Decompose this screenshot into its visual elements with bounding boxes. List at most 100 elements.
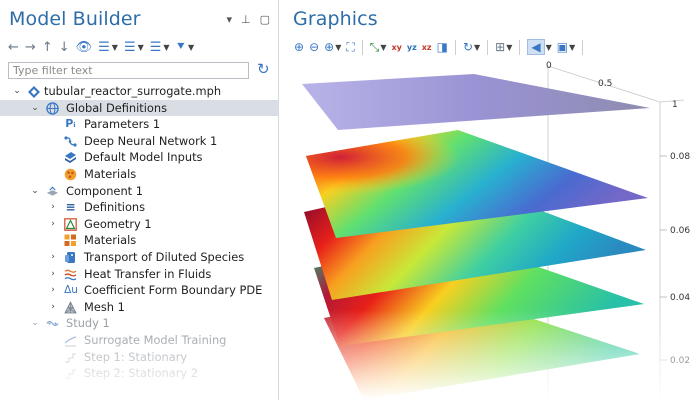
mesh-icon — [64, 300, 77, 314]
chevron-down-icon[interactable]: ▼ — [188, 43, 194, 52]
graphics-canvas[interactable]: 0 0.5 1 0.08 0.06 0.04 0.02 — [284, 60, 700, 400]
chevron-right-icon[interactable]: › — [48, 299, 58, 316]
chevron-right-icon[interactable]: › — [48, 249, 58, 266]
study-icon — [46, 317, 59, 330]
list-icon[interactable]: ☰ — [150, 40, 162, 55]
model-tree: ⌄ tubular_reactor_surrogate.mph ⌄ Global… — [0, 83, 278, 382]
chevron-down-icon[interactable]: ▼ — [335, 43, 341, 52]
tree-item-default-model-inputs[interactable]: Default Model Inputs — [0, 149, 278, 166]
view-menu-icon[interactable]: ▾ — [226, 13, 232, 26]
graphics-title: Graphics — [293, 8, 378, 30]
forward-arrow-icon[interactable]: → — [25, 40, 36, 55]
zoom-out-icon[interactable]: ⊖ — [309, 40, 319, 54]
canvas-fade — [284, 310, 700, 400]
model-inputs-icon — [64, 151, 77, 164]
chevron-right-icon[interactable]: › — [48, 266, 58, 283]
tree-item-label: Surrogate Model Training — [84, 332, 227, 347]
parameters-icon: Pᵢ — [65, 117, 76, 131]
axis-tick-label: 1 — [672, 100, 678, 110]
chevron-down-icon[interactable]: ▼ — [163, 43, 169, 52]
tree-item-label: Default Model Inputs — [84, 150, 203, 165]
tree-item-step-2[interactable]: Step 2: Stationary 2 — [0, 365, 278, 382]
lighting-icon[interactable]: ◀ — [527, 39, 545, 55]
tree-item-component[interactable]: ⌄ Component 1 — [0, 183, 278, 200]
definitions-icon: ≡ — [65, 200, 76, 215]
tree-item-component-materials[interactable]: Materials — [0, 232, 278, 249]
toolbar-separator — [487, 39, 489, 55]
yz-plane-icon[interactable]: yz — [407, 43, 417, 52]
zoom-extents-icon[interactable]: ⛶ — [346, 40, 354, 55]
heat-transfer-icon — [64, 268, 77, 281]
axis-tick-label: 0 — [546, 61, 552, 71]
coefficient-form-icon: Δu — [64, 284, 78, 297]
tree-item-study[interactable]: ⌄ Study 1 — [0, 315, 278, 332]
globe-icon — [46, 101, 59, 115]
tree-item-label: Step 2: Stationary 2 — [84, 366, 199, 381]
neural-network-icon — [64, 135, 77, 148]
chevron-down-icon[interactable]: ▼ — [380, 43, 386, 52]
chevron-down-icon[interactable]: ▼ — [474, 43, 480, 52]
toolbar-separator — [361, 39, 363, 55]
tree-item-label: Parameters 1 — [84, 117, 161, 132]
tree-item-global-definitions[interactable]: ⌄ Global Definitions — [0, 99, 278, 117]
chevron-down-icon[interactable]: ⌄ — [30, 100, 40, 117]
chevron-down-icon[interactable]: ▼ — [112, 43, 118, 52]
training-icon — [64, 334, 77, 347]
geometry-icon — [64, 217, 77, 231]
axis-tick-label: 0.04 — [670, 293, 690, 303]
chevron-right-icon[interactable]: › — [48, 282, 58, 299]
xy-plane-icon[interactable]: xy — [392, 43, 402, 52]
zoom-in-icon[interactable]: ⊕ — [294, 40, 304, 54]
move-up-icon[interactable]: ↑ — [42, 40, 53, 55]
chevron-down-icon[interactable]: ▼ — [138, 43, 144, 52]
maximize-icon[interactable]: ▢ — [260, 13, 270, 26]
pin-icon[interactable]: ⊥ — [241, 13, 251, 26]
chevron-down-icon[interactable]: ▼ — [546, 43, 552, 52]
view-3d-icon[interactable]: ◨ — [437, 40, 448, 54]
collapse-sections-icon[interactable]: ☰ — [124, 40, 136, 55]
move-down-icon[interactable]: ↓ — [59, 40, 70, 55]
zoom-box-icon[interactable]: ⊕ — [324, 40, 334, 54]
chevron-down-icon[interactable]: ⌄ — [30, 183, 40, 200]
chevron-down-icon[interactable]: ▼ — [569, 43, 575, 52]
chevron-down-icon[interactable]: ⌄ — [30, 315, 40, 332]
chevron-right-icon[interactable]: › — [48, 199, 58, 216]
tree-item-label: Definitions — [84, 200, 146, 215]
rotate-icon[interactable]: ↻ — [463, 40, 473, 54]
tree-item-model[interactable]: ⌄ tubular_reactor_surrogate.mph — [0, 83, 278, 100]
transparency-icon[interactable]: ▣ — [557, 40, 568, 54]
refresh-icon[interactable]: ↻ — [257, 60, 270, 78]
tree-item-geometry[interactable]: › Geometry 1 — [0, 216, 278, 233]
xz-plane-icon[interactable]: xz — [422, 43, 432, 52]
tree-item-label: Materials — [84, 166, 137, 181]
toolbar-separator — [519, 39, 521, 55]
tree-item-label: Study 1 — [66, 316, 110, 331]
render-options-icon[interactable]: ⊞ — [495, 40, 505, 54]
back-arrow-icon[interactable]: ← — [8, 40, 19, 55]
chevron-right-icon[interactable]: › — [48, 216, 58, 233]
tree-item-deep-neural-network[interactable]: Deep Neural Network 1 — [0, 133, 278, 150]
expand-sections-icon[interactable]: ☰ — [98, 40, 110, 55]
tree-item-definitions[interactable]: › ≡ Definitions — [0, 199, 278, 216]
tree-item-heat-transfer[interactable]: › Heat Transfer in Fluids — [0, 266, 278, 283]
tree-item-mesh[interactable]: › Mesh 1 — [0, 299, 278, 316]
tree-item-surrogate-training[interactable]: Surrogate Model Training — [0, 332, 278, 349]
tree-item-label: Mesh 1 — [84, 299, 125, 314]
tree-item-coefficient-form[interactable]: › Δu Coefficient Form Boundary PDE — [0, 282, 278, 299]
chevron-down-icon[interactable]: ⌄ — [12, 83, 22, 100]
tree-item-step-1[interactable]: Step 1: Stationary — [0, 349, 278, 366]
tree-item-label: tubular_reactor_surrogate.mph — [44, 84, 222, 98]
funnel-icon[interactable]: ⯆ — [176, 40, 186, 55]
tree-item-transport[interactable]: › Transport of Diluted Species — [0, 249, 278, 266]
axis-tick-label: 0.5 — [598, 79, 612, 89]
tree-item-label: Global Definitions — [66, 100, 168, 115]
chevron-down-icon[interactable]: ▼ — [506, 43, 512, 52]
axis-orientation-icon[interactable]: ⤡ — [370, 40, 380, 55]
filter-input[interactable] — [8, 62, 249, 79]
show-icon[interactable]: 👁 — [76, 40, 93, 55]
tree-item-global-materials[interactable]: Materials — [0, 166, 278, 183]
tree-item-parameters[interactable]: Pᵢ Parameters 1 — [0, 116, 278, 133]
model-builder-pane: Model Builder ▾ ⊥ ▢ ← → ↑ ↓ 👁 ☰ ▼ ☰ ▼ ☰ ▼ ⯆… — [0, 0, 279, 400]
tree-item-label: Geometry 1 — [84, 216, 152, 231]
axis-tick-label: 0.08 — [670, 152, 690, 162]
